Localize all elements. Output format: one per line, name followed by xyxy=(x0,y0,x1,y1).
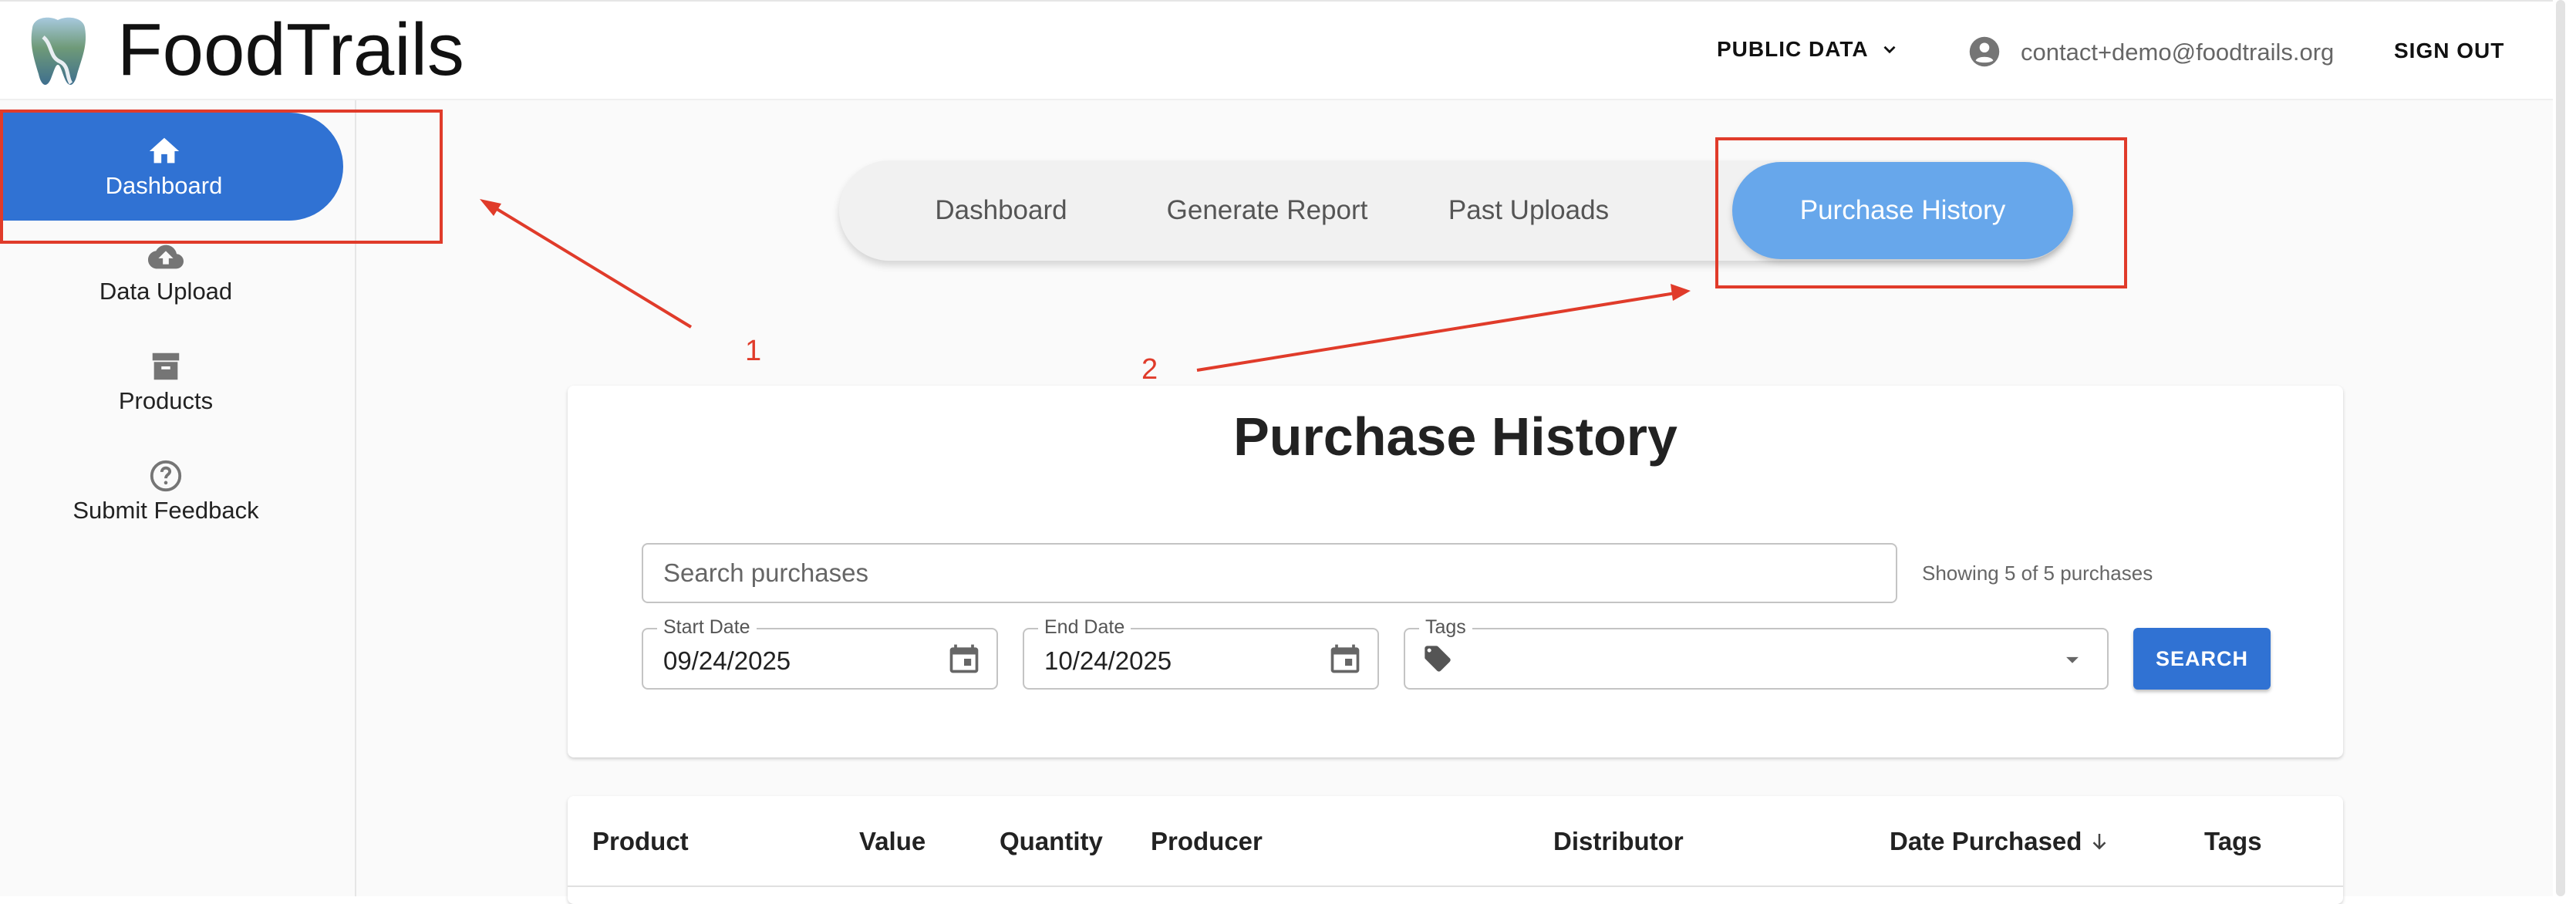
start-date-value: 09/24/2025 xyxy=(663,646,791,675)
dropdown-arrow-icon[interactable] xyxy=(2058,645,2087,674)
tag-icon xyxy=(1425,646,1451,672)
user-email: contact+demo@foodtrails.org xyxy=(2021,39,2335,66)
chevron-down-icon xyxy=(1883,46,1896,54)
column-header-distributor[interactable]: Distributor xyxy=(1553,827,1684,856)
public-data-label: PUBLIC DATA xyxy=(1717,37,1869,61)
sidebar-item-label: Submit Feedback xyxy=(72,497,259,524)
archive-icon xyxy=(152,352,180,380)
cloud-upload-icon xyxy=(148,245,184,269)
help-circle-icon xyxy=(150,460,182,492)
column-header-producer[interactable]: Producer xyxy=(1151,827,1263,856)
top-header: FoodTrails PUBLIC DATA contact+demo@food… xyxy=(0,0,2553,100)
result-count: Showing 5 of 5 purchases xyxy=(1922,562,2153,585)
column-header-product[interactable]: Product xyxy=(592,827,689,856)
sidebar-item-label: Dashboard xyxy=(105,172,223,199)
purchases-table: Product Value Quantity Producer Distribu… xyxy=(568,796,2343,904)
annotation-label-2: 2 xyxy=(1141,353,1158,386)
tab-generate-report[interactable]: Generate Report xyxy=(1140,160,1394,261)
tab-dashboard[interactable]: Dashboard xyxy=(885,160,1117,261)
purchase-history-card: Purchase History Showing 5 of 5 purchase… xyxy=(568,386,2343,757)
home-icon xyxy=(149,137,179,164)
start-date-label: Start Date xyxy=(657,616,757,639)
table-header-row: Product Value Quantity Producer Distribu… xyxy=(568,796,2343,887)
sort-arrow-down-icon[interactable] xyxy=(2088,830,2111,853)
public-data-dropdown[interactable]: PUBLIC DATA xyxy=(1717,37,1900,62)
end-date-label: End Date xyxy=(1038,616,1131,639)
column-header-label: Date Purchased xyxy=(1890,827,2082,855)
annotation-label-1: 1 xyxy=(745,335,762,367)
sidebar-item-label: Data Upload xyxy=(99,278,233,305)
tags-select[interactable]: Tags xyxy=(1404,616,2109,690)
sidebar-item-submit-feedback[interactable]: Submit Feedback xyxy=(0,458,332,525)
tab-purchase-history[interactable]: Purchase History xyxy=(1732,162,2073,259)
end-date-value: 10/24/2025 xyxy=(1044,646,1172,675)
search-input[interactable] xyxy=(643,545,1896,602)
calendar-icon[interactable] xyxy=(947,642,981,676)
start-date-field[interactable]: Start Date 09/24/2025 xyxy=(642,616,998,690)
tab-past-uploads[interactable]: Past Uploads xyxy=(1413,160,1644,261)
search-button[interactable]: SEARCH xyxy=(2133,628,2271,690)
column-header-value[interactable]: Value xyxy=(859,827,926,856)
sidebar-item-products[interactable]: Products xyxy=(0,349,332,415)
scrollbar-thumb[interactable] xyxy=(2556,0,2565,896)
foodtrails-logo-icon xyxy=(31,17,86,85)
tags-label: Tags xyxy=(1419,616,1472,639)
brand-name: FoodTrails xyxy=(117,8,464,91)
sidebar-item-data-upload[interactable]: Data Upload xyxy=(0,239,332,305)
sidebar: Dashboard Data Upload Products Submit Fe… xyxy=(0,100,356,896)
page-title: Purchase History xyxy=(1233,406,1677,467)
sidebar-item-dashboard[interactable]: Dashboard xyxy=(0,113,343,221)
column-header-date-purchased[interactable]: Date Purchased xyxy=(1890,827,2111,856)
sign-out-button[interactable]: SIGN OUT xyxy=(2394,39,2504,63)
end-date-field[interactable]: End Date 10/24/2025 xyxy=(1023,616,1379,690)
calendar-icon[interactable] xyxy=(1328,642,1362,676)
tab-bar: Dashboard Generate Report Past Uploads P… xyxy=(839,160,2073,261)
column-header-quantity[interactable]: Quantity xyxy=(1000,827,1103,856)
account-circle-icon[interactable] xyxy=(1968,35,2001,68)
column-header-tags[interactable]: Tags xyxy=(2204,827,2262,856)
sidebar-item-label: Products xyxy=(118,387,214,414)
search-field[interactable] xyxy=(642,543,1897,603)
